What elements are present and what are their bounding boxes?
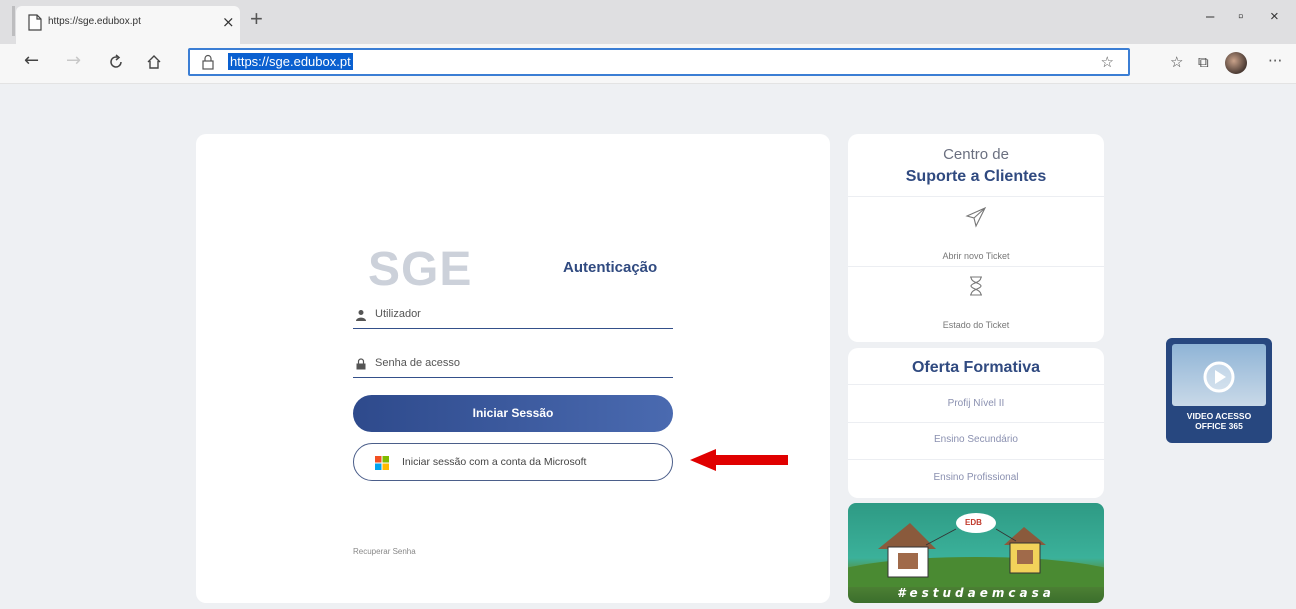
- offer-item-secundario[interactable]: Ensino Secundário: [848, 434, 1104, 445]
- divider: [848, 459, 1104, 460]
- offer-title: Oferta Formativa: [911, 359, 1041, 376]
- home-icon[interactable]: [146, 54, 162, 70]
- password-placeholder: Senha de acesso: [375, 357, 461, 369]
- houses-illustration-icon: [848, 513, 1104, 587]
- browser-tab-bar: https://sge.edubox.pt × + – ▫ ×: [0, 0, 1296, 44]
- divider: [848, 384, 1104, 385]
- hourglass-icon[interactable]: [965, 275, 987, 297]
- refresh-icon[interactable]: [108, 54, 124, 70]
- video-title-line1: VIDEO ACESSO: [1186, 411, 1252, 421]
- estudaemcasa-banner[interactable]: EDB #estudaemcasa: [848, 503, 1104, 603]
- video-title-line2: OFFICE 365: [1195, 421, 1243, 431]
- training-offer-card: Oferta Formativa Profij Nível II Ensino …: [848, 348, 1104, 498]
- open-ticket-link[interactable]: Abrir novo Ticket: [848, 251, 1104, 261]
- microsoft-logo-icon: [375, 456, 389, 470]
- close-tab-icon[interactable]: ×: [222, 13, 235, 31]
- microsoft-login-button[interactable]: Iniciar sessão com a conta da Microsoft: [353, 443, 673, 481]
- minimize-icon[interactable]: –: [1206, 8, 1214, 25]
- browser-tab[interactable]: https://sge.edubox.pt ×: [16, 6, 240, 44]
- maximize-icon[interactable]: ▫: [1238, 8, 1243, 25]
- back-icon[interactable]: ←: [24, 50, 39, 71]
- collections-icon[interactable]: ⧉: [1198, 53, 1209, 71]
- play-icon: [1203, 361, 1235, 393]
- paper-plane-icon[interactable]: [965, 206, 987, 228]
- support-title-line1: Centro de: [943, 146, 1009, 163]
- forward-icon[interactable]: →: [66, 50, 81, 71]
- divider: [848, 422, 1104, 423]
- new-tab-button[interactable]: +: [250, 6, 263, 32]
- login-card: SGE Autenticação Utilizador Senha de ace…: [196, 134, 830, 603]
- lock-icon: [202, 54, 214, 70]
- sge-logo: SGE: [368, 243, 473, 296]
- annotation-arrow-icon: [690, 449, 788, 471]
- page-icon: [28, 14, 42, 31]
- divider: [848, 266, 1104, 267]
- recover-password-link[interactable]: Recuperar Senha: [353, 547, 416, 556]
- office365-video-card[interactable]: VIDEO ACESSO OFFICE 365: [1166, 338, 1272, 443]
- offer-item-profij[interactable]: Profij Nível II: [848, 398, 1104, 409]
- banner-badge: EDB: [965, 518, 982, 527]
- password-field[interactable]: Senha de acesso: [353, 354, 673, 378]
- username-field[interactable]: Utilizador: [353, 305, 673, 329]
- ticket-status-link[interactable]: Estado do Ticket: [848, 320, 1104, 330]
- support-title-line2: Suporte a Clientes: [905, 168, 1047, 185]
- profile-avatar[interactable]: [1225, 52, 1247, 74]
- support-card: Centro de Suporte a Clientes Abrir novo …: [848, 134, 1104, 342]
- video-title: VIDEO ACESSO OFFICE 365: [1166, 411, 1272, 431]
- close-window-icon[interactable]: ×: [1270, 8, 1279, 25]
- video-thumbnail: [1172, 344, 1266, 406]
- lock-icon: [356, 358, 366, 370]
- auth-title: Autenticação: [563, 259, 658, 276]
- tab-strip-edge: [12, 6, 15, 36]
- username-placeholder: Utilizador: [375, 308, 421, 320]
- user-icon: [356, 310, 366, 321]
- address-url[interactable]: https://sge.edubox.pt: [228, 53, 353, 70]
- banner-hashtag: #estudaemcasa: [897, 586, 1055, 600]
- login-button[interactable]: Iniciar Sessão: [353, 395, 673, 432]
- divider: [848, 196, 1104, 197]
- offer-item-profissional[interactable]: Ensino Profissional: [848, 472, 1104, 483]
- more-menu-icon[interactable]: ···: [1268, 52, 1282, 70]
- address-bar[interactable]: https://sge.edubox.pt ☆: [188, 48, 1130, 76]
- favorites-icon[interactable]: ☆: [1170, 53, 1183, 71]
- microsoft-login-label: Iniciar sessão com a conta da Microsoft: [402, 456, 587, 468]
- favorite-star-icon[interactable]: ☆: [1101, 53, 1114, 71]
- browser-nav-bar: ← → https://sge.edubox.pt ☆ ☆ ⧉ ···: [0, 44, 1296, 84]
- tab-title: https://sge.edubox.pt: [48, 16, 141, 27]
